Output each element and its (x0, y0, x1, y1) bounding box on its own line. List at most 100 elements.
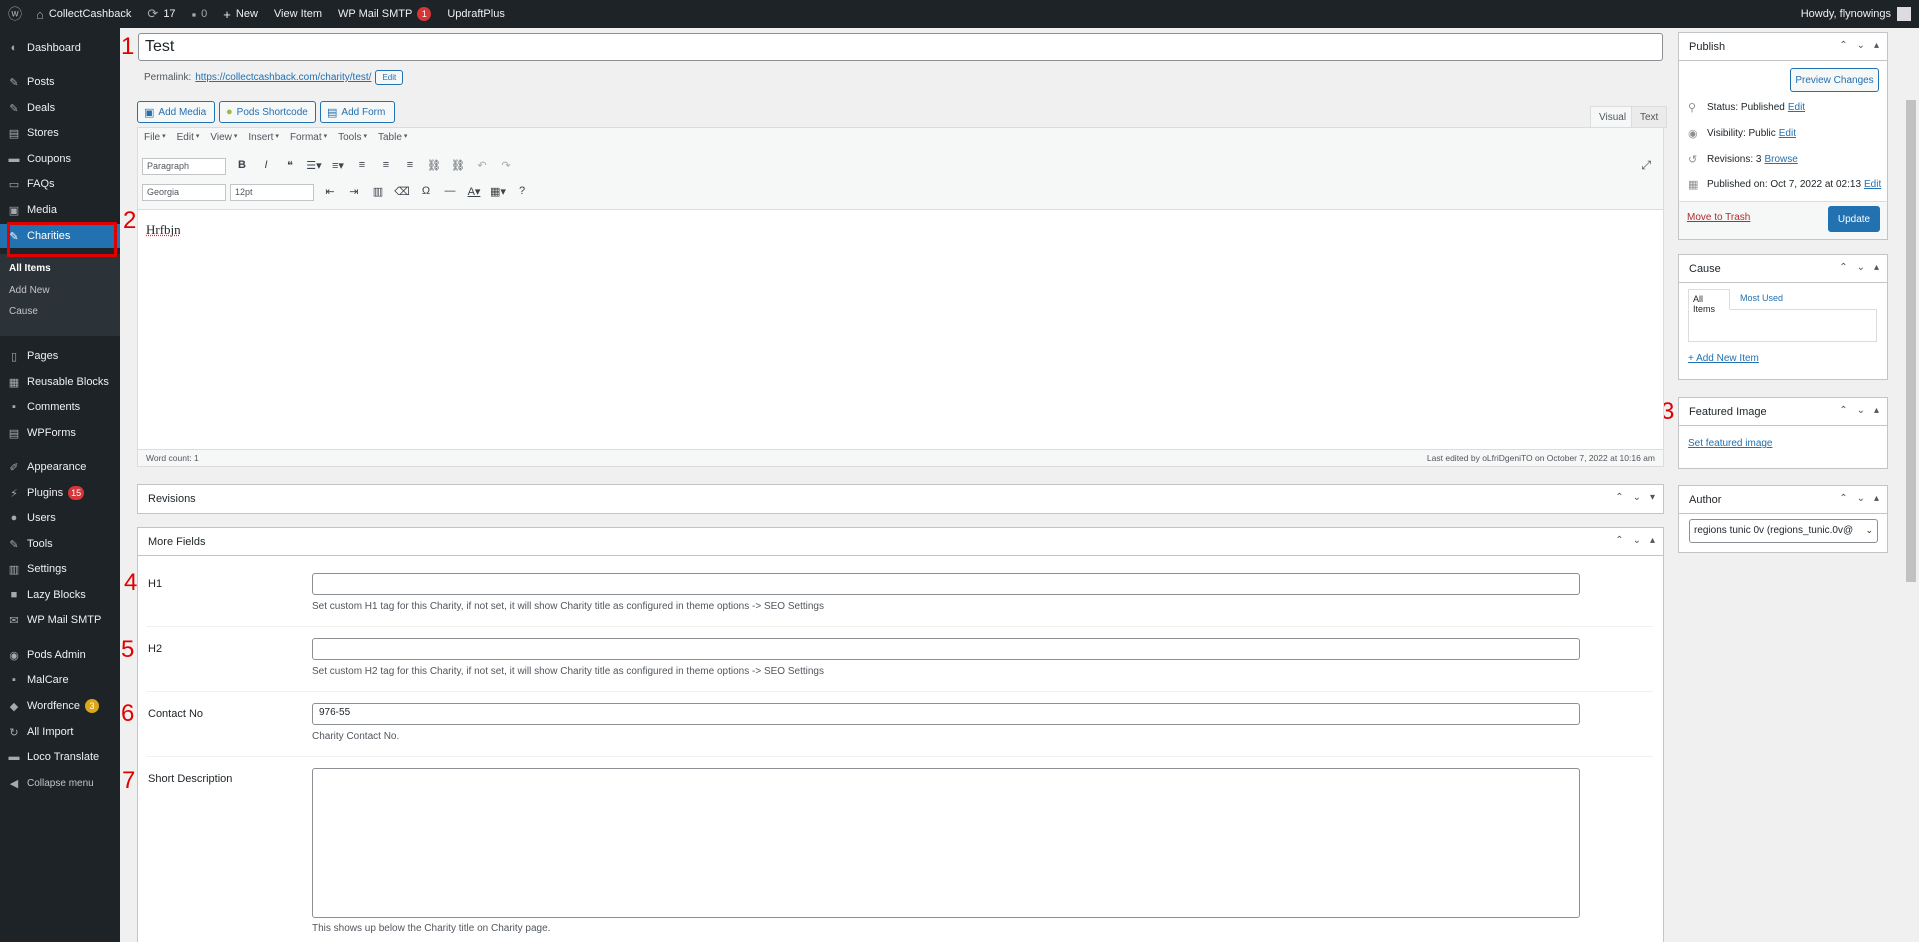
menu-wordfence[interactable]: ◆ Wordfence 3 (0, 694, 120, 718)
set-featured-image-link[interactable]: Set featured image (1688, 438, 1773, 449)
featured-image-header[interactable]: Featured Image ⌃ ⌄ ▴ (1679, 398, 1887, 426)
menu-appearance[interactable]: ✐ Appearance (0, 455, 120, 479)
updates-link[interactable]: ⟳ 17 (139, 0, 183, 28)
short-description-textarea[interactable] (312, 768, 1580, 918)
menu-all-import[interactable]: ↻ All Import (0, 720, 120, 744)
h2-input[interactable] (312, 638, 1580, 660)
wordpress-logo[interactable]: ⓦ (0, 0, 28, 28)
font-family-select[interactable]: Georgia (142, 184, 226, 201)
cause-checklist[interactable] (1688, 309, 1877, 342)
font-size-select[interactable]: 12pt (230, 184, 314, 201)
move-down-icon[interactable]: ⌄ (1633, 492, 1641, 503)
move-up-icon[interactable]: ⌃ (1615, 535, 1623, 546)
editor-content[interactable]: Hrfbjn (146, 222, 181, 238)
menu-lazy-blocks[interactable]: ■ Lazy Blocks (0, 583, 120, 607)
publish-header[interactable]: Publish ⌃ ⌄ ▴ (1679, 33, 1887, 61)
add-new-item-link[interactable]: + Add New Item (1688, 353, 1759, 364)
tab-visual[interactable]: Visual (1590, 106, 1636, 128)
horizontal-line-icon[interactable]: ― (438, 185, 462, 198)
menu-format[interactable]: Format (290, 132, 322, 143)
table-icon[interactable]: ▦▾ (486, 185, 510, 198)
wp-mail-smtp-link[interactable]: WP Mail SMTP 1 (330, 0, 439, 28)
menu-file[interactable]: File (144, 132, 160, 143)
menu-pages[interactable]: ▯ Pages (0, 344, 120, 368)
align-left-icon[interactable]: ≡ (350, 159, 374, 172)
paste-text-icon[interactable]: ▥ (366, 185, 390, 198)
menu-reusable-blocks[interactable]: ▦ Reusable Blocks (0, 370, 120, 394)
view-item-link[interactable]: View Item (266, 0, 330, 28)
contact-no-input[interactable]: 976-55 (312, 703, 1580, 725)
h1-input[interactable] (312, 573, 1580, 595)
move-up-icon[interactable]: ⌃ (1839, 493, 1847, 504)
menu-settings[interactable]: ▥ Settings (0, 557, 120, 581)
collapse-menu-button[interactable]: ◀ Collapse menu (0, 771, 120, 795)
account-menu[interactable]: Howdy, flynowings (1793, 0, 1919, 28)
visibility-edit-link[interactable]: Edit (1779, 128, 1796, 139)
fullscreen-icon[interactable]: ⤢ (1641, 158, 1651, 173)
status-edit-link[interactable]: Edit (1788, 102, 1805, 113)
revisions-header[interactable]: Revisions ⌃ ⌄ ▾ (138, 485, 1663, 513)
menu-charities[interactable]: ✎ Charities (0, 224, 120, 248)
align-right-icon[interactable]: ≡ (398, 159, 422, 172)
move-down-icon[interactable]: ⌄ (1857, 405, 1865, 416)
add-form-button[interactable]: ▤ Add Form (320, 101, 395, 123)
menu-tools[interactable]: Tools (338, 132, 361, 143)
bold-icon[interactable]: B (230, 159, 254, 172)
menu-table[interactable]: Table (378, 132, 402, 143)
unlink-icon[interactable]: ⛓ (446, 159, 470, 172)
menu-view[interactable]: View (210, 132, 232, 143)
update-button[interactable]: Update (1828, 206, 1880, 232)
permalink-url-link[interactable]: https://collectcashback.com/charity/test… (195, 72, 371, 83)
published-on-edit-link[interactable]: Edit (1864, 179, 1881, 190)
menu-loco-translate[interactable]: ▬ Loco Translate (0, 745, 120, 769)
menu-wp-mail-smtp[interactable]: ✉ WP Mail SMTP (0, 608, 120, 632)
submenu-add-new[interactable]: Add New (9, 285, 50, 296)
page-scrollbar[interactable] (1903, 28, 1919, 942)
menu-users[interactable]: ● Users (0, 506, 120, 530)
menu-media[interactable]: ▣ Media (0, 198, 120, 222)
toggle-icon[interactable]: ▴ (1874, 262, 1879, 273)
move-up-icon[interactable]: ⌃ (1615, 492, 1623, 503)
cause-header[interactable]: Cause ⌃ ⌄ ▴ (1679, 255, 1887, 283)
tab-all-items[interactable]: All Items (1688, 289, 1730, 314)
move-down-icon[interactable]: ⌄ (1857, 40, 1865, 51)
comments-link[interactable]: ▪ 0 (184, 0, 216, 28)
menu-pods-admin[interactable]: ◉ Pods Admin (0, 643, 120, 667)
pods-shortcode-button[interactable]: ● Pods Shortcode (219, 101, 316, 123)
move-to-trash-link[interactable]: Move to Trash (1687, 212, 1750, 223)
site-name-link[interactable]: ⌂ CollectCashback (28, 0, 139, 28)
indent-icon[interactable]: ⇥ (342, 185, 366, 198)
format-select[interactable]: Paragraph (142, 158, 226, 175)
permalink-edit-button[interactable]: Edit (375, 70, 404, 85)
author-header[interactable]: Author ⌃ ⌄ ▴ (1679, 486, 1887, 514)
menu-stores[interactable]: ▤ Stores (0, 121, 120, 145)
toggle-icon[interactable]: ▴ (1874, 405, 1879, 416)
scrollbar-thumb[interactable] (1906, 100, 1916, 582)
menu-malcare[interactable]: ▪ MalCare (0, 668, 120, 692)
help-icon[interactable]: ? (510, 185, 534, 198)
toggle-icon[interactable]: ▴ (1874, 493, 1879, 504)
redo-icon[interactable]: ↷ (494, 159, 518, 172)
move-up-icon[interactable]: ⌃ (1839, 262, 1847, 273)
browse-revisions-link[interactable]: Browse (1764, 154, 1797, 165)
tab-most-used[interactable]: Most Used (1740, 293, 1783, 303)
numbered-list-icon[interactable]: ≡▾ (326, 159, 350, 172)
move-down-icon[interactable]: ⌄ (1633, 535, 1641, 546)
clear-format-icon[interactable]: ⌫ (390, 185, 414, 198)
menu-tools[interactable]: ✎ Tools (0, 532, 120, 556)
move-up-icon[interactable]: ⌃ (1839, 40, 1847, 51)
blockquote-icon[interactable]: ❝ (278, 159, 302, 172)
outdent-icon[interactable]: ⇤ (318, 185, 342, 198)
author-select[interactable]: regions tunic 0v (regions_tunic.0v@ ⌄ (1689, 519, 1878, 543)
menu-edit[interactable]: Edit (177, 132, 194, 143)
submenu-all-items[interactable]: All Items (9, 263, 51, 274)
menu-posts[interactable]: ✎ Posts (0, 70, 120, 94)
menu-dashboard[interactable]: ◐ Dashboard (0, 36, 120, 60)
menu-comments[interactable]: ▪ Comments (0, 395, 120, 419)
updraftplus-link[interactable]: UpdraftPlus (439, 0, 512, 28)
menu-insert[interactable]: Insert (248, 132, 273, 143)
toggle-icon[interactable]: ▴ (1650, 535, 1655, 546)
new-content-link[interactable]: + New (215, 0, 266, 28)
bullet-list-icon[interactable]: ☰▾ (302, 159, 326, 172)
menu-wpforms[interactable]: ▤ WPForms (0, 421, 120, 445)
